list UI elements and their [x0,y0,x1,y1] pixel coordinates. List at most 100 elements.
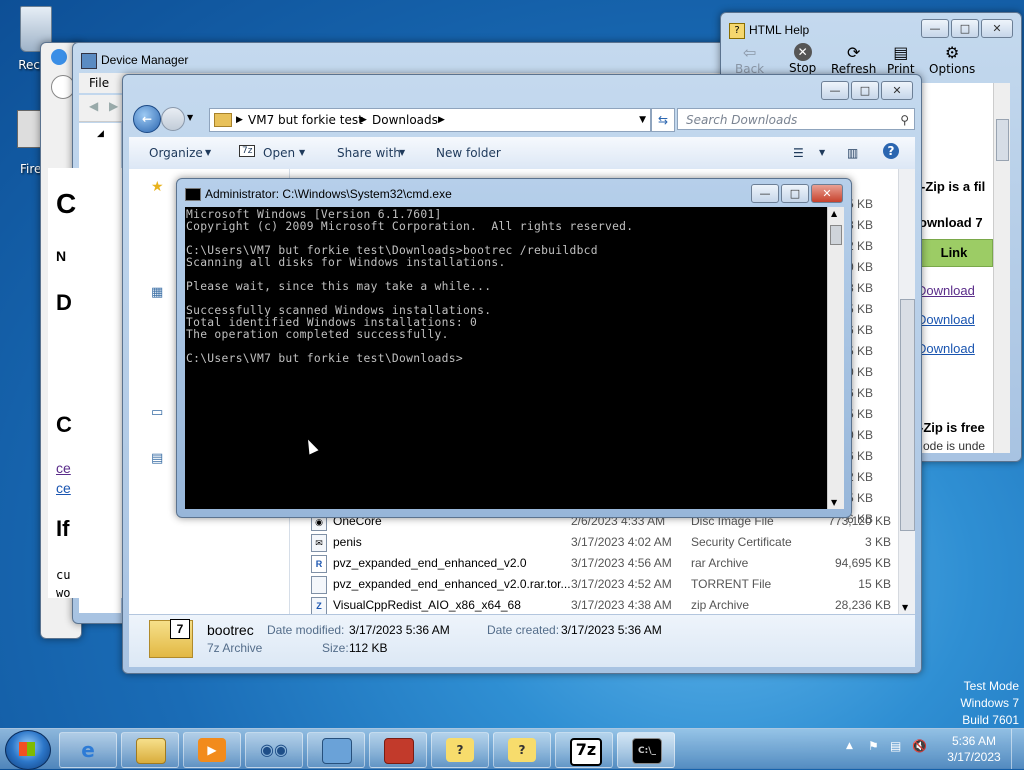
bg-link[interactable]: ce [56,460,71,476]
seven-zip-icon: 7z [570,738,602,766]
scroll-down-icon[interactable]: ▼ [831,498,837,507]
volume-muted-icon[interactable]: 🔇 [912,739,927,753]
forward-arrow-icon[interactable]: ▶ [109,99,118,113]
help-options-button[interactable]: ⚙ Options [929,43,975,76]
network-icon[interactable]: ▤ [890,739,901,753]
clock[interactable]: 5:36 AM 3/17/2023 [936,733,1012,765]
back-button[interactable]: ← [133,105,161,133]
minimize-button[interactable]: — [821,81,849,100]
breadcrumb-chevron-icon[interactable]: ▶ [360,109,367,131]
bg-heading: N [56,248,67,264]
certificate-icon: ✉ [311,534,327,552]
open-button[interactable]: Open [263,146,295,160]
close-button[interactable]: ✕ [811,184,843,203]
taskbar-ie[interactable]: e [59,732,117,768]
address-dropdown-icon[interactable]: ▼ [639,109,646,131]
download-link[interactable]: Download [917,312,975,327]
cmd-icon: C:\_ [632,738,662,764]
minimize-button[interactable]: — [751,184,779,203]
computer-icon[interactable]: ▭ [151,405,163,420]
help-scrollbar[interactable] [993,83,1010,453]
bg-link[interactable]: ce [56,480,71,496]
taskbar-media-player[interactable]: ▶ [183,732,241,768]
breadcrumb-chevron-icon[interactable]: ▶ [438,109,445,131]
chevron-down-icon: ▼ [299,148,306,157]
breadcrumb-item[interactable]: Downloads [372,109,438,131]
preview-pane-icon[interactable]: ▥ [847,146,858,160]
help-text: ownload 7 [919,215,983,230]
taskbar-toolbox[interactable] [369,732,427,768]
taskbar-control-panel[interactable]: ◉◉ [245,732,303,768]
media-player-icon: ▶ [198,738,226,762]
maximize-button[interactable]: □ [851,81,879,100]
scrollbar-thumb[interactable] [996,119,1009,161]
start-button[interactable] [5,730,51,770]
minimize-button[interactable]: — [921,19,949,38]
window-title: Device Manager [101,53,189,67]
taskbar-explorer[interactable] [121,732,179,768]
menu-file[interactable]: File [89,76,109,90]
console-output[interactable]: Microsoft Windows [Version 6.1.7601] Cop… [185,207,827,509]
taskbar-html-help[interactable]: ? [431,732,489,768]
maximize-button[interactable]: □ [781,184,809,203]
clock-time: 5:36 AM [951,734,997,748]
organize-button[interactable]: Organize [149,146,203,160]
taskbar-html-help[interactable]: ? [493,732,551,768]
help-stop-button[interactable]: ✕ Stop [789,43,816,75]
scrollbar-thumb[interactable] [830,225,842,245]
cmd-window[interactable]: Administrator: C:\Windows\System32\cmd.e… [176,178,852,518]
breadcrumb-item[interactable]: VM7 but forkie test [248,109,363,131]
download-link[interactable]: Download [917,341,975,356]
bg-heading: C [56,188,77,219]
action-center-flag-icon[interactable]: ⚑ [868,739,879,753]
console-scrollbar[interactable]: ▲ ▼ [827,207,844,509]
refresh-button[interactable]: ⇆ [651,108,675,132]
rar-icon: R [311,555,327,573]
scroll-down-icon[interactable]: ▼ [902,603,908,612]
help-icon[interactable]: ? [883,143,899,159]
taskbar-device-manager[interactable] [307,732,365,768]
file-name: pvz_expanded_end_enhanced_v2.0.rar.tor..… [333,577,571,591]
tree-expander-icon[interactable]: ◢ [97,129,104,139]
taskbar: e ▶ ◉◉ ? ? 7z C:\_ ▲ ⚑ ▤ 🔇 5:36 AM 3/17/… [0,728,1024,770]
download-link[interactable]: Download [917,283,975,298]
address-bar[interactable]: ▶ VM7 but forkie test ▶ Downloads ▶ ▼ [209,108,651,132]
scroll-up-icon[interactable]: ▲ [831,209,837,218]
help-icon: ? [729,23,745,39]
device-manager-icon [322,738,352,764]
library-icon[interactable]: ▦ [151,285,163,300]
file-list-scrollbar[interactable]: ▼ [898,169,915,614]
recent-pages-icon[interactable]: ▼ [187,113,193,122]
show-desktop-button[interactable] [1011,729,1024,769]
close-button[interactable]: ✕ [881,81,913,100]
maximize-button[interactable]: □ [951,19,979,38]
toolbox-icon [384,738,414,764]
share-with-button[interactable]: Share with [337,146,401,160]
file-type: TORRENT File [691,577,772,591]
view-options-icon[interactable]: ☰ [793,146,804,160]
taskbar-cmd[interactable]: C:\_ [617,732,675,768]
breadcrumb-chevron-icon[interactable]: ▶ [236,109,243,131]
forward-button[interactable] [161,107,185,131]
scrollbar-thumb[interactable] [900,299,915,531]
close-button[interactable]: ✕ [981,19,1013,38]
favorites-star-icon[interactable]: ★ [151,179,164,195]
background-page: C N D C ce ce If cu wo [48,168,122,600]
search-icon[interactable]: ⚲ [900,109,909,131]
new-folder-button[interactable]: New folder [436,146,501,160]
search-input[interactable]: Search Downloads ⚲ [677,108,915,130]
created-label: Date created: [487,623,560,637]
printer-icon: ▤ [893,43,909,62]
help-back-button[interactable]: ⇦ Back [735,43,764,76]
network-icon[interactable]: ▤ [151,451,163,466]
back-arrow-icon[interactable]: ◀ [89,99,98,113]
bg-code: wo [56,586,71,600]
show-hidden-icons[interactable]: ▲ [846,741,853,751]
refresh-icon: ⟳ [846,43,861,62]
file-name: penis [333,535,362,549]
taskbar-7zip[interactable]: 7z [555,732,613,768]
command-bar: Organize ▼ 7z Open ▼ Share with ▼ New fo… [129,137,915,170]
help-print-button[interactable]: ▤ Print [887,43,915,76]
chevron-down-icon[interactable]: ▼ [819,148,825,157]
help-refresh-button[interactable]: ⟳ Refresh [831,43,876,76]
